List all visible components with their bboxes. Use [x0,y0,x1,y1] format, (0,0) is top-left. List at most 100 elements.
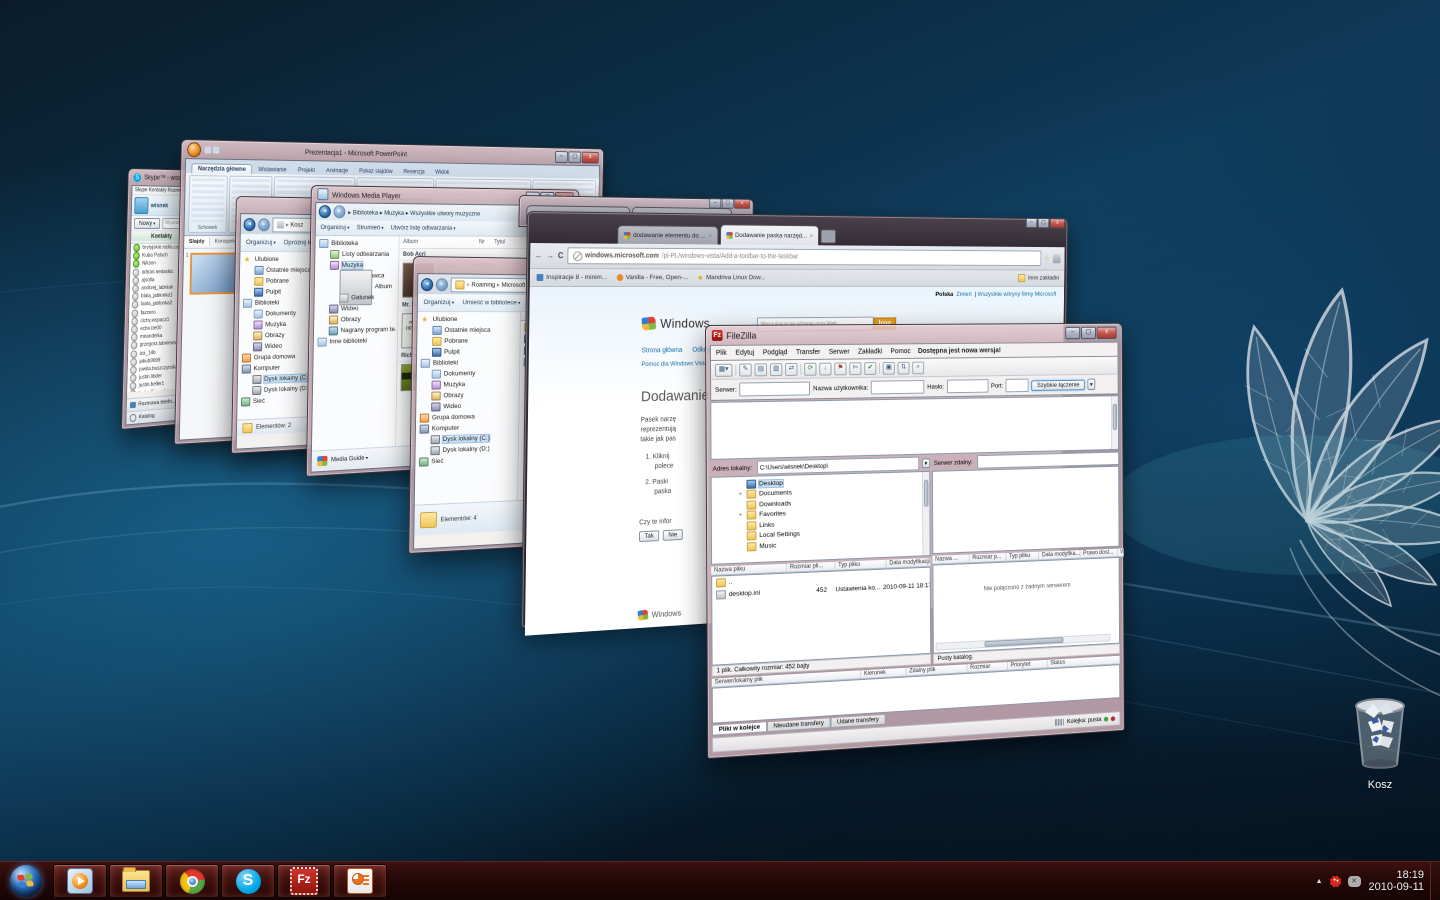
nav-tree-item[interactable]: Ulubione [418,314,521,325]
feedback-no-button[interactable]: Nie [663,529,683,541]
taskbar-powerpoint-button[interactable] [333,864,387,898]
chrome-window-controls[interactable]: –▢x [1026,218,1065,228]
forward-icon[interactable]: ► [436,278,448,291]
cancel-icon[interactable]: ⚑ [834,362,846,375]
taskbar-wmp-button[interactable] [53,864,107,898]
nav-tree-item[interactable]: Ostatnie miejsca [417,325,520,336]
taskbar-explorer-button[interactable] [109,864,163,898]
nav-link[interactable]: Strona główna [642,347,683,354]
organize-menu[interactable]: Organizuj [423,299,454,306]
ribbon-tab[interactable]: Pokaz slajdów [354,167,398,176]
filezilla-window[interactable]: Fz FileZilla –▢x PlikEdytujPodglądTransf… [705,323,1125,759]
forward-icon[interactable]: → [546,251,554,260]
taskbar-chrome-button[interactable] [165,864,219,898]
tab-close-icon[interactable]: × [708,232,712,239]
quickconnect-button[interactable]: Szybkie łączenie [1032,379,1085,390]
ribbon-tab[interactable]: Recenzja [398,167,429,176]
message-log[interactable] [710,395,1119,460]
media-guide-button[interactable]: Media Guide [331,454,368,463]
rcol-owner[interactable]: Wł... [1118,548,1124,557]
refresh-icon[interactable]: ⟳ [804,362,816,375]
wmp-create-playlist-menu[interactable]: Utwórz listę odtwarzania [391,225,456,232]
wmp-tree-item[interactable]: Biblioteka [315,238,398,249]
toggle-remote-tree-icon[interactable]: ▥ [770,363,782,376]
antivirus-tray-icon[interactable] [1329,875,1341,887]
menu-item[interactable]: Edytuj [735,349,754,356]
chrome-back-controls[interactable]: –▢x [709,198,750,209]
toggle-log-icon[interactable]: ✎ [739,363,752,376]
menu-item[interactable]: Zakładki [858,348,882,355]
ribbon-tab[interactable]: Projekt [293,166,321,175]
server-input[interactable] [740,382,811,397]
back-icon[interactable]: ◄ [319,205,331,218]
forward-icon[interactable]: ► [258,218,270,231]
skype-directory-button[interactable]: Katalog [139,413,155,420]
browser-tab-active[interactable]: Dodawanie paska narzęd... × [720,224,819,245]
quickconnect-dropdown-icon[interactable]: ▾ [1087,379,1095,390]
other-bookmarks-button[interactable]: Inne zakładki [1018,274,1059,282]
menu-item[interactable]: Transfer [796,348,820,355]
nav-tree-item[interactable]: Pobrane [417,336,520,347]
wmp-breadcrumb[interactable]: ▸ Biblioteka ▸ Muzyka ▸ Wszystkie utwory… [348,208,480,217]
feedback-yes-button[interactable]: Tak [639,530,659,542]
taskbar-filezilla-button[interactable]: Fz [277,864,331,898]
wmp-col-album[interactable]: Album [400,239,480,245]
bookmark-item[interactable]: Vanilla - Free, Open-... [616,274,688,281]
bookmark-item[interactable]: Inspiracje 8 - minim... [537,274,608,281]
tray-expand-icon[interactable]: ▲ [1316,878,1323,885]
taskbar-skype-button[interactable]: S [221,864,275,898]
wmp-tree-item[interactable]: Inne biblioteki [314,335,397,348]
menu-item[interactable]: Serwer [829,348,850,355]
back-icon[interactable]: ◄ [421,278,433,291]
subnav-link[interactable]: Pomoc dla Windows Vista [641,360,707,368]
ribbon-tab[interactable]: Animacje [321,166,353,175]
menu-item[interactable]: Podgląd [763,349,788,356]
organize-menu[interactable]: Organizuj [246,239,276,246]
change-locale-link[interactable]: Zmień [956,291,971,297]
address-bar[interactable]: windows.microsoft.com/pl-PL/windows-vist… [567,247,1041,266]
powerpoint-window-controls[interactable]: –▢x [555,151,599,163]
ribbon-tab[interactable]: Narzędzia główne [191,163,252,174]
show-desktop-button[interactable] [1430,862,1440,900]
wmp-col-title[interactable]: Tytuł [494,240,505,246]
ribbon-tab[interactable]: Widok [430,168,454,177]
remote-tree[interactable] [932,466,1119,554]
skype-avatar[interactable] [134,197,148,214]
skype-new-button[interactable]: Nowy [134,218,160,229]
nav-tree-item[interactable]: Sieć [415,453,518,467]
filezilla-window-controls[interactable]: –▢x [1065,327,1116,340]
wmp-col-nr[interactable]: Nr [479,239,494,245]
start-button[interactable] [0,862,52,900]
ppt-panel-tab-slides[interactable]: Slajdy [184,238,210,246]
disconnect-icon[interactable]: ✄ [849,362,861,375]
sync-browsing-icon[interactable]: ⇅ [898,361,910,374]
forward-icon[interactable]: ► [333,205,345,218]
all-sites-link[interactable]: Wszystkie witryny firmy Microsoft [978,291,1057,298]
bookmark-item[interactable]: ★Mandriva Linux Dow... [697,273,765,282]
taskbar-clock[interactable]: 18:19 2010-09-11 [1369,869,1424,893]
browser-tab[interactable]: dodawanie elementu do ... × [617,225,718,244]
site-manager-icon[interactable]: ▦▾ [715,363,733,376]
directory-compare-icon[interactable]: ▣ [883,361,895,374]
local-path-dropdown-icon[interactable]: ▾ [922,458,931,468]
toggle-queue-icon[interactable]: ⇄ [785,363,797,376]
filter-icon[interactable]: ✔ [864,362,876,375]
include-in-library-menu[interactable]: Umieść w bibliotece [462,299,520,306]
new-tab-button[interactable] [821,229,837,243]
find-files-icon[interactable]: ⌕ [912,361,924,374]
tab-close-icon[interactable]: × [810,232,814,239]
expand-icon[interactable]: + [737,513,744,519]
expand-icon[interactable]: + [737,492,744,498]
new-version-notice[interactable]: Dostępna jest nowa wersja! [918,347,1001,355]
skype-call-phones-button[interactable]: Rozmowa telefo... [138,399,176,408]
quick-access-toolbar[interactable] [205,146,220,153]
ribbon-tab[interactable]: Wstawianie [253,165,292,174]
page-locale-links[interactable]: Polska Zmień | Wszystkie witryny firmy M… [935,291,1056,298]
process-queue-icon[interactable]: ↓ [819,362,831,375]
port-input[interactable] [1006,379,1029,393]
back-icon[interactable]: ← [535,251,543,260]
username-input[interactable] [871,380,924,394]
toggle-local-tree-icon[interactable]: ▤ [755,363,768,376]
wrench-menu-icon[interactable] [1053,254,1061,263]
wmp-tree-item[interactable]: Listy odtwarzania [315,249,398,260]
